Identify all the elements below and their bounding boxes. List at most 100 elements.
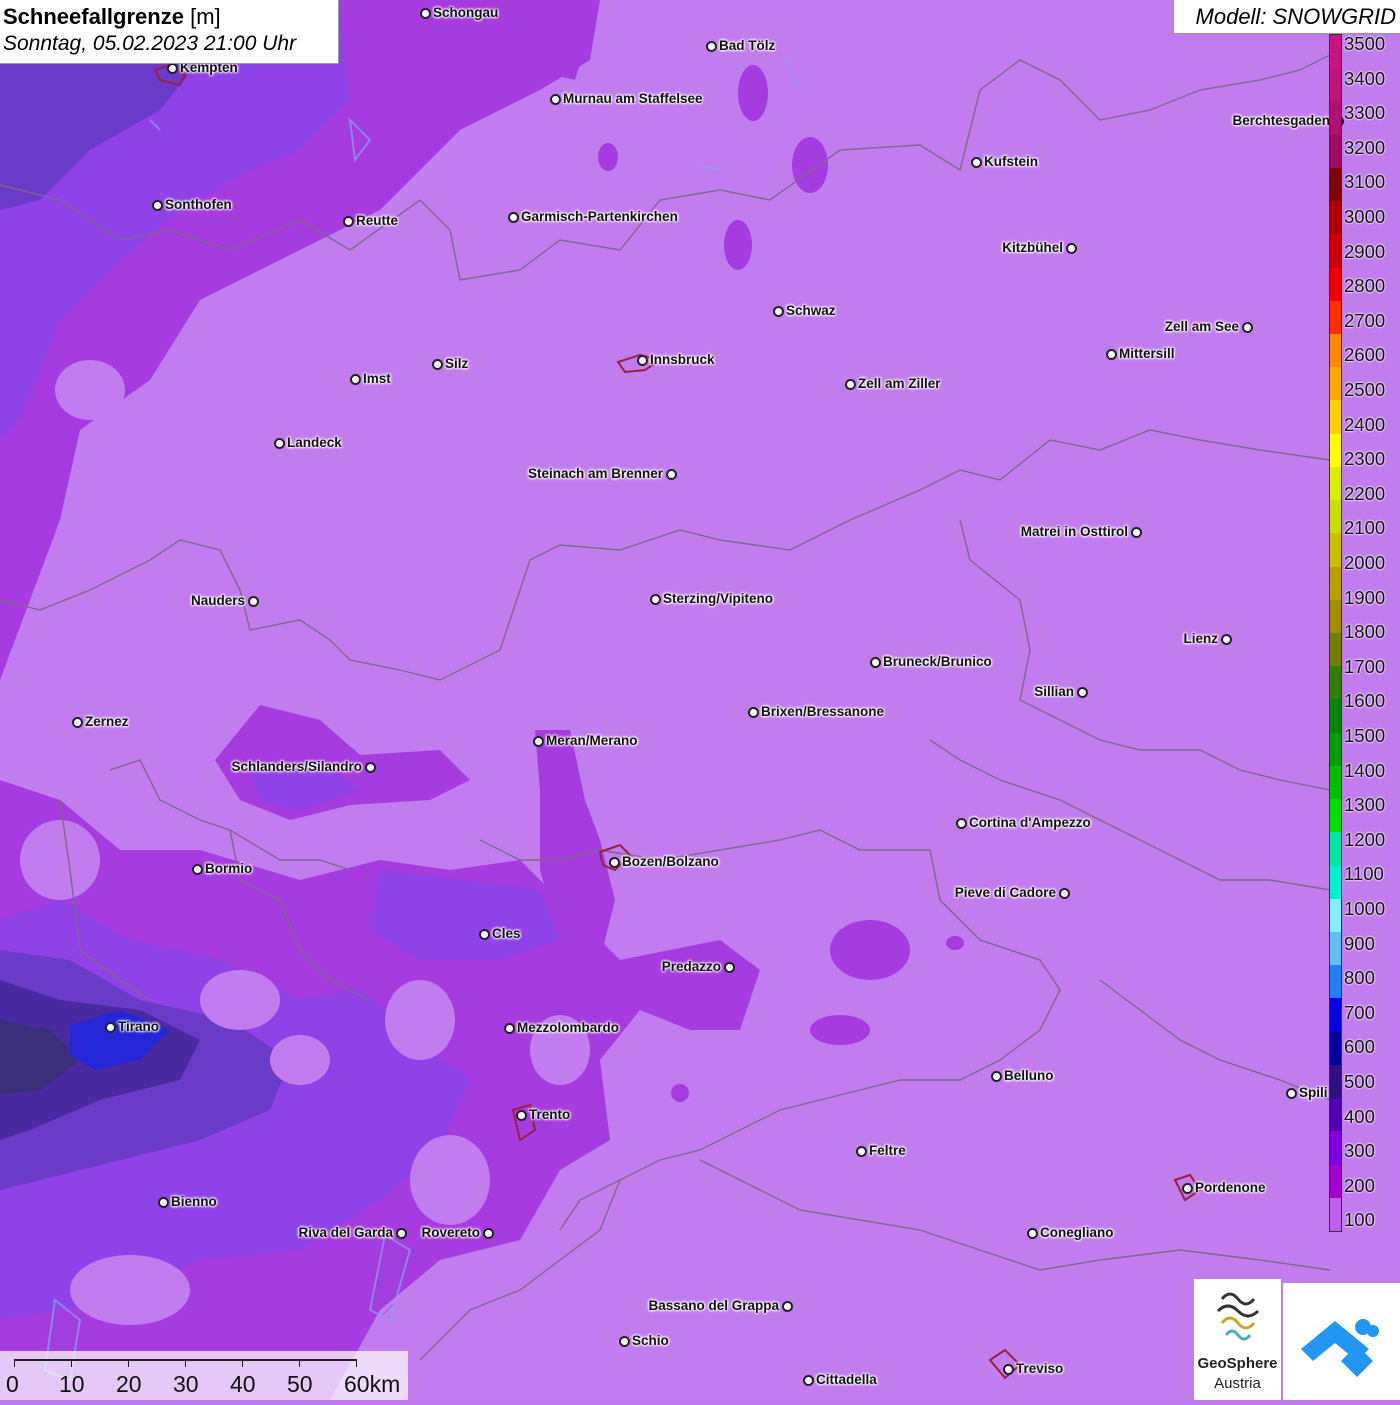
city-dot-icon [990, 1070, 1002, 1082]
legend-color-swatch [1330, 732, 1341, 767]
legend-tick-label: 1700 [1344, 655, 1386, 677]
legend-tick-label: 700 [1344, 1001, 1375, 1023]
city-dot-icon [478, 928, 490, 940]
city-dot-icon [157, 1196, 169, 1208]
city-label: Conegliano [1040, 1225, 1114, 1240]
legend-color-swatch [1330, 367, 1341, 401]
legend-tick-label: 3000 [1344, 206, 1386, 227]
city-label: Riva del Garda [298, 1225, 393, 1240]
city-label: Reutte [356, 213, 399, 228]
legend-color-swatch [1330, 799, 1341, 833]
legend-color-swatch [1330, 699, 1341, 734]
legend-color-swatch [1330, 68, 1341, 102]
legend-tick-label: 2200 [1344, 482, 1386, 504]
city-dot-icon [1181, 1182, 1193, 1194]
scale-tick [185, 1359, 186, 1367]
scale-tick [242, 1359, 243, 1367]
legend-color-swatch [1330, 167, 1341, 202]
city-label: Belluno [1004, 1068, 1054, 1083]
mountain-cloud-icon [1301, 1319, 1379, 1377]
scale-label: 50 [287, 1371, 313, 1397]
city-dot-icon [166, 62, 178, 74]
geosphere-icon [1216, 1292, 1260, 1341]
city-label: Zernez [85, 714, 129, 729]
geosphere-country: Austria [1214, 1375, 1261, 1392]
legend-color-swatch [1330, 134, 1341, 169]
city-label: Landeck [287, 435, 342, 450]
city-label: Kufstein [984, 154, 1038, 169]
scale-tick [299, 1359, 300, 1367]
legend-color-swatch [1330, 965, 1341, 999]
legend-tick-label: 1400 [1344, 759, 1386, 781]
legend-color-swatch [1330, 101, 1341, 136]
city-label: Innsbruck [650, 352, 715, 367]
city-dot-icon [532, 735, 544, 747]
legend-color-swatch [1330, 1131, 1341, 1166]
city-dot-icon [342, 215, 354, 227]
city-dot-icon [608, 856, 620, 868]
city-dot-icon [1058, 887, 1070, 899]
city-dot-icon [772, 305, 784, 317]
city-dot-icon [1130, 526, 1142, 538]
city-label: Bruneck/Brunico [883, 654, 992, 669]
city-label: Feltre [869, 1143, 906, 1158]
legend-tick-label: 200 [1344, 1174, 1375, 1196]
legend-tick-label: 1200 [1344, 828, 1386, 850]
legend-tick-label: 1500 [1344, 725, 1386, 746]
geosphere-austria-logo: GeoSphere Austria [1194, 1279, 1281, 1400]
city-dot-icon [649, 593, 661, 605]
legend-color-swatch [1330, 300, 1341, 335]
city-label: Silz [445, 356, 469, 371]
city-label: Bienno [171, 1194, 217, 1209]
city-dot-icon [431, 358, 443, 370]
city-dot-icon [844, 378, 856, 390]
city-label: Bozen/Bolzano [622, 854, 719, 869]
legend-color-swatch [1330, 500, 1341, 534]
legend-tick-label: 500 [1344, 1071, 1375, 1092]
title-parameter: Schneefallgrenze [3, 4, 184, 29]
legend-tick-label: 1800 [1344, 621, 1386, 643]
scale-label: 40 [230, 1371, 256, 1397]
city-dot-icon [747, 706, 759, 718]
city-label: Predazzo [661, 959, 721, 974]
legend-tick-label: 1600 [1344, 690, 1386, 712]
legend-color-swatch [1330, 633, 1341, 667]
legend-tick-label: 400 [1344, 1105, 1375, 1127]
legend-color-swatch [1330, 1164, 1341, 1199]
legend-color-swatch [1330, 267, 1341, 302]
city-label: Bassano del Grappa [648, 1298, 779, 1313]
city-dot-icon [104, 1021, 116, 1033]
legend-tick-label: 3100 [1344, 171, 1386, 193]
legend-tick-label: 600 [1344, 1036, 1375, 1058]
city-dot-icon [71, 716, 83, 728]
legend-tick-label: 3500 [1344, 33, 1386, 54]
city-label: Imst [363, 371, 391, 386]
city-dot-icon [151, 199, 163, 211]
city-dot-icon [781, 1300, 793, 1312]
legend-tick-label: 2800 [1344, 275, 1386, 297]
city-dot-icon [636, 354, 648, 366]
city-label: Lienz [1183, 631, 1218, 646]
legend-color-swatch [1330, 433, 1341, 468]
model-label: Modell: SNOWGRID [1173, 0, 1400, 34]
city-dot-icon [349, 373, 361, 385]
city-label: Nauders [190, 593, 245, 608]
legend-color-swatch [1330, 234, 1341, 269]
color-legend [1329, 34, 1342, 1232]
legend-tick-label: 1000 [1344, 898, 1386, 919]
city-label: Meran/Merano [546, 733, 638, 748]
city-label: Rovereto [421, 1225, 480, 1240]
city-label: Murnau am Staffelsee [563, 91, 703, 106]
city-label: Kitzbühel [1002, 240, 1063, 255]
city-label: Schlanders/Silandro [231, 759, 362, 774]
city-label: Sterzing/Vipiteno [663, 591, 774, 606]
legend-color-swatch [1330, 1031, 1341, 1066]
legend-tick-label: 2100 [1344, 517, 1386, 539]
city-dot-icon [395, 1227, 407, 1239]
legend-color-swatch [1330, 533, 1341, 568]
city-dot-icon [1285, 1087, 1297, 1099]
legend-tick-label: 2900 [1344, 240, 1386, 262]
legend-tick-label: 1100 [1344, 863, 1384, 885]
city-dot-icon [855, 1145, 867, 1157]
legend-color-swatch [1330, 466, 1341, 501]
